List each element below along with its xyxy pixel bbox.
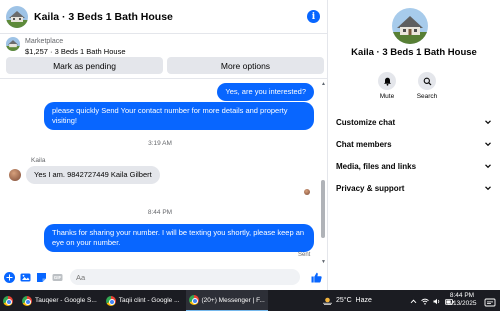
chevron-down-icon [484,140,492,148]
chat-pane: Kaila · 3 Beds 1 Bath House i Marketplac… [0,0,328,290]
chrome-icon [188,295,199,305]
gif-icon[interactable]: GIF [52,272,63,283]
chevron-down-icon [484,184,492,192]
image-icon[interactable] [20,272,31,283]
search-label: Search [416,93,438,100]
sent-status: Sent [298,252,311,258]
chevron-down-icon [484,118,492,126]
clock-time: 8:44 PM [449,292,475,299]
chrome-icon [22,295,32,306]
listing-photo[interactable] [392,8,428,44]
wifi-icon[interactable] [421,292,429,310]
weather-text: 25°C Haze [336,297,372,304]
listing-price: $1,257 · 3 Beds 1 Bath House [25,47,126,56]
taskbar-app-taqii[interactable]: Taqii clint - Google ... [103,290,183,311]
menu-label: Customize chat [336,117,396,127]
chrome-icon[interactable] [3,295,13,306]
divider [0,78,328,79]
chevron-down-icon [484,162,492,170]
menu-label: Media, files and links [336,161,417,171]
chat-title[interactable]: Kaila · 3 Beds 1 Bath House [34,11,173,23]
windows-taskbar: Tauqeer - Google S... Taqii clint - Goog… [0,290,500,311]
message-bubble-outgoing: please quickly Send Your contact number … [44,102,314,130]
bell-icon [378,72,396,90]
taskbar-app-tauqeer[interactable]: Tauqeer - Google S... [19,290,100,311]
chat-header: Kaila · 3 Beds 1 Bath House i [0,0,328,34]
marketplace-label: Marketplace [25,38,64,45]
message-timestamp: 3:19 AM [148,140,172,147]
sender-avatar[interactable] [9,169,21,181]
listing-actions: Mark as pending More options [6,57,324,74]
menu-customize-chat[interactable]: Customize chat [336,111,492,133]
more-options-button[interactable]: More options [167,57,324,74]
mark-as-pending-button[interactable]: Mark as pending [6,57,163,74]
volume-icon[interactable] [433,292,441,310]
taskbar-app-label: (20+) Messenger | F... [201,296,265,304]
clock[interactable]: 8:44 PM 3/13/2025 [444,292,480,308]
composer: GIF [0,266,328,288]
taskbar-app-messenger[interactable]: (20+) Messenger | F... [185,290,268,311]
clock-date: 3/13/2025 [447,300,477,307]
message-bubble-incoming: Yes I am. 9842727449 Kaila Gilbert [26,166,160,184]
menu-privacy-support[interactable]: Privacy & support [336,177,492,199]
notification-icon[interactable] [484,295,496,307]
message-bubble-outgoing: Yes, are you interested? [217,83,314,101]
haze-icon [323,297,332,305]
info-icon[interactable]: i [307,10,320,23]
chevron-up-icon[interactable] [410,292,417,310]
seen-avatar [304,189,310,195]
menu-label: Privacy & support [336,183,405,193]
info-menu: Customize chat Chat members Media, files… [336,111,492,199]
message-input[interactable] [70,269,300,285]
menu-label: Chat members [336,139,392,149]
marketplace-listing[interactable]: Marketplace $1,257 · 3 Beds 1 Bath House [6,37,126,57]
weather-widget[interactable]: 25°C Haze [322,290,372,311]
search-button[interactable]: Search [414,72,440,100]
search-icon [418,72,436,90]
chrome-icon [105,295,116,306]
menu-chat-members[interactable]: Chat members [336,133,492,155]
plus-icon[interactable] [4,271,15,283]
scroll-up-arrow[interactable]: ▲ [321,81,326,87]
mute-button[interactable]: Mute [374,72,400,100]
scrollbar-thumb[interactable] [321,180,325,238]
listing-thumbnail[interactable] [6,5,28,28]
info-quick-actions: Mute Search [374,72,440,100]
message-list: Yes, are you interested? please quickly … [0,80,320,266]
menu-media-files-links[interactable]: Media, files and links [336,155,492,177]
message-bubble-outgoing: Thanks for sharing your number. I will b… [44,224,314,252]
taskbar-app-label: Taqii clint - Google ... [118,297,180,304]
sender-name: Kaila [31,157,46,164]
chat-info-pane: Kaila · 3 Beds 1 Bath House Mute Search … [328,0,500,290]
listing-small-thumbnail [6,37,20,51]
taskbar-app-label: Tauqeer - Google S... [35,297,97,304]
info-title: Kaila · 3 Beds 1 Bath House [351,47,477,58]
svg-text:GIF: GIF [54,275,62,280]
app-root: Kaila · 3 Beds 1 Bath House i Marketplac… [0,0,500,311]
scroll-down-arrow[interactable]: ▼ [321,259,326,265]
mute-label: Mute [379,93,395,100]
thumbs-up-icon[interactable] [311,272,322,283]
message-timestamp: 8:44 PM [147,209,173,216]
sticker-icon[interactable] [36,272,47,283]
